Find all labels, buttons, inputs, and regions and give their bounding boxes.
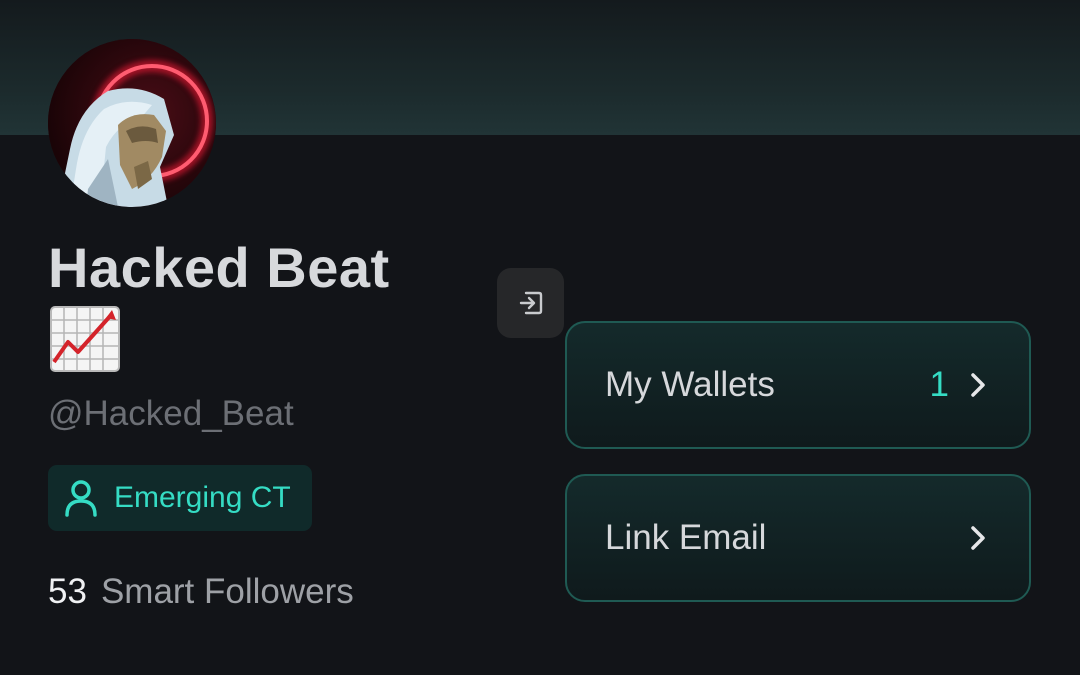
link-email-label: Link Email [605, 518, 767, 557]
my-wallets-label: My Wallets [605, 365, 775, 404]
profile-page: Hacked Beat @Hacked_Beat Emerging CT 53 S… [0, 0, 1080, 675]
wallet-count: 1 [929, 365, 949, 404]
chevron-right-icon [971, 526, 985, 550]
smart-followers[interactable]: 53 Smart Followers [48, 570, 354, 614]
display-name: Hacked Beat [48, 236, 390, 299]
smart-followers-label: Smart Followers [100, 572, 354, 611]
logout-button[interactable] [497, 268, 564, 338]
avatar[interactable] [48, 39, 216, 207]
user-handle: @Hacked_Beat [48, 394, 294, 433]
my-wallets-button[interactable]: My Wallets 1 [565, 321, 1031, 449]
badge-label: Emerging CT [114, 481, 291, 514]
status-badge: Emerging CT [48, 465, 312, 531]
chart-increasing-icon [50, 306, 120, 372]
person-icon [65, 480, 97, 517]
link-email-button[interactable]: Link Email [565, 474, 1031, 602]
chevron-right-icon [971, 373, 985, 397]
smart-followers-count: 53 [48, 572, 87, 611]
logout-icon [519, 291, 542, 315]
avatar-image [48, 39, 216, 207]
